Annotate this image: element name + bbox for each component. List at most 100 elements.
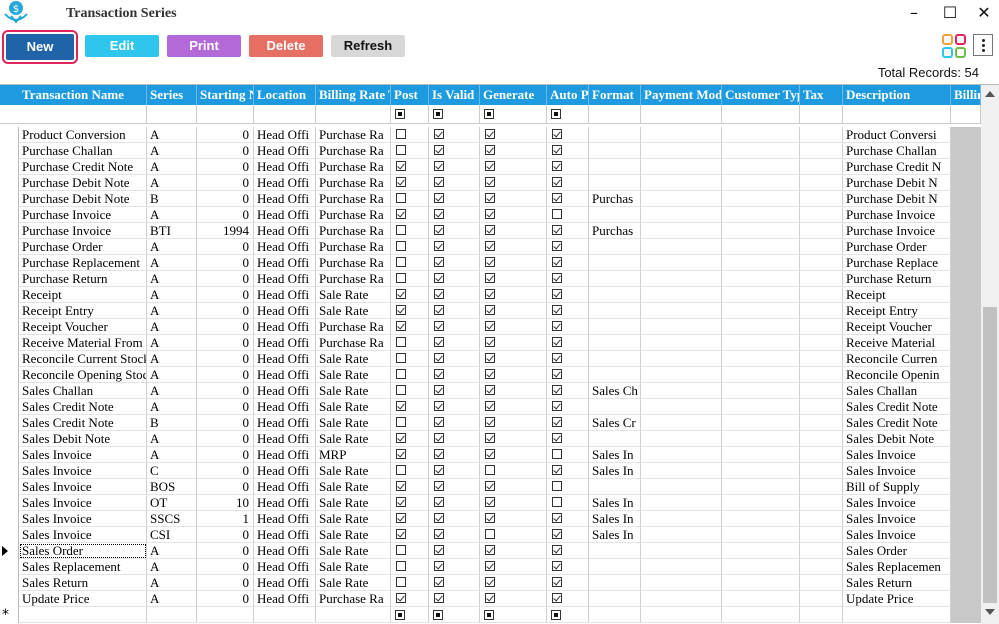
grid-cell[interactable] — [722, 367, 800, 383]
grid-cell[interactable] — [391, 367, 429, 383]
grid-cell[interactable] — [480, 319, 547, 335]
row-header[interactable] — [0, 303, 19, 319]
checkbox[interactable] — [434, 417, 444, 427]
grid-cell[interactable]: A — [147, 255, 197, 271]
grid-cell[interactable]: 0 — [197, 175, 254, 191]
grid-cell[interactable] — [547, 271, 589, 287]
grid-cell[interactable] — [429, 447, 480, 463]
grid-cell[interactable]: Product Conversi — [843, 127, 951, 143]
checkbox[interactable] — [434, 449, 444, 459]
grid-cell[interactable] — [429, 287, 480, 303]
checkbox[interactable] — [433, 610, 443, 620]
grid-cell[interactable] — [641, 607, 722, 623]
grid-cell[interactable] — [641, 351, 722, 367]
grid-cell[interactable] — [547, 383, 589, 399]
grid-cell[interactable]: Sales Credit Note — [843, 415, 951, 431]
checkbox[interactable] — [434, 577, 444, 587]
grid-cell[interactable]: 0 — [197, 559, 254, 575]
checkbox[interactable] — [552, 145, 562, 155]
grid-cell[interactable] — [429, 495, 480, 511]
grid-cell[interactable]: Sales Invoice — [19, 495, 147, 511]
table-row[interactable]: Receive Material From A 0 Head Offi Purchase… — [0, 335, 981, 351]
grid-cell[interactable] — [429, 383, 480, 399]
grid-cell[interactable]: BOS — [147, 479, 197, 495]
checkbox[interactable] — [485, 545, 495, 555]
checkbox[interactable] — [485, 273, 495, 283]
grid-cell[interactable] — [480, 431, 547, 447]
grid-cell[interactable]: Head Offi — [254, 575, 316, 591]
grid-cell[interactable] — [19, 607, 147, 623]
grid-cell[interactable]: Sales Order — [19, 543, 147, 559]
grid-cell[interactable]: Head Offi — [254, 559, 316, 575]
checkbox[interactable] — [485, 289, 495, 299]
grid-cell[interactable]: 0 — [197, 575, 254, 591]
grid-cell[interactable] — [589, 559, 641, 575]
grid-cell[interactable]: Head Offi — [254, 495, 316, 511]
grid-cell[interactable] — [480, 607, 547, 623]
grid-cell[interactable] — [391, 607, 429, 623]
grid-cell[interactable]: BTI — [147, 223, 197, 239]
grid-cell[interactable] — [429, 431, 480, 447]
grid-cell[interactable] — [391, 543, 429, 559]
grid-cell[interactable] — [800, 607, 843, 623]
row-header[interactable] — [0, 511, 19, 527]
scroll-thumb[interactable] — [983, 307, 997, 603]
checkbox[interactable] — [552, 273, 562, 283]
grid-cell[interactable]: C — [147, 463, 197, 479]
grid-cell[interactable] — [951, 495, 982, 511]
checkbox[interactable] — [552, 545, 562, 555]
grid-cell[interactable] — [800, 303, 843, 319]
checkbox[interactable] — [396, 353, 406, 363]
grid-cell[interactable] — [800, 415, 843, 431]
grid-cell[interactable]: Purchase Challan — [843, 143, 951, 159]
grid-cell[interactable] — [951, 543, 982, 559]
grid-cell[interactable] — [722, 431, 800, 447]
grid-cell[interactable] — [722, 143, 800, 159]
grid-cell[interactable]: Head Offi — [254, 175, 316, 191]
grid-cell[interactable] — [641, 559, 722, 575]
checkbox[interactable] — [552, 465, 562, 475]
grid-cell[interactable] — [800, 543, 843, 559]
checkbox[interactable] — [552, 577, 562, 587]
grid-cell[interactable] — [641, 159, 722, 175]
grid-cell[interactable] — [951, 287, 982, 303]
grid-cell[interactable] — [951, 607, 982, 623]
grid-cell[interactable]: 0 — [197, 287, 254, 303]
grid-cell[interactable]: Head Offi — [254, 159, 316, 175]
grid-cell[interactable]: 0 — [197, 447, 254, 463]
grid-cell[interactable] — [391, 239, 429, 255]
table-row[interactable]: Receipt Entry A 0 Head Offi Sale Rate Receipt… — [0, 303, 981, 319]
checkbox[interactable] — [552, 561, 562, 571]
grid-cell[interactable] — [589, 159, 641, 175]
row-header[interactable] — [0, 351, 19, 367]
grid-cell[interactable]: Head Offi — [254, 271, 316, 287]
grid-cell[interactable] — [722, 303, 800, 319]
checkbox[interactable] — [434, 273, 444, 283]
grid-cell[interactable] — [429, 271, 480, 287]
grid-cell[interactable] — [547, 175, 589, 191]
grid-cell[interactable] — [800, 255, 843, 271]
row-header[interactable] — [0, 207, 19, 223]
checkbox[interactable] — [552, 529, 562, 539]
grid-cell[interactable] — [480, 495, 547, 511]
grid-cell[interactable]: Purchase Credit N — [843, 159, 951, 175]
grid-cell[interactable]: Receive Material From — [19, 335, 147, 351]
grid-cell[interactable] — [722, 415, 800, 431]
minimize-icon[interactable]: – — [904, 4, 924, 24]
grid-cell[interactable] — [547, 143, 589, 159]
grid-cell[interactable]: Purchase Debit N — [843, 191, 951, 207]
grid-cell[interactable] — [480, 367, 547, 383]
grid-cell[interactable]: Purchase Return — [19, 271, 147, 287]
grid-cell[interactable]: Sales Credit Note — [19, 399, 147, 415]
grid-cell[interactable] — [391, 303, 429, 319]
grid-cell[interactable] — [480, 223, 547, 239]
checkbox[interactable] — [552, 289, 562, 299]
grid-cell[interactable] — [480, 207, 547, 223]
table-row[interactable]: Sales Invoice BOS 0 Head Offi Sale Rate Bill … — [0, 479, 981, 495]
checkbox[interactable] — [396, 481, 406, 491]
grid-cell[interactable]: 0 — [197, 335, 254, 351]
column-header[interactable]: Post — [391, 85, 429, 105]
grid-cell[interactable]: MRP — [316, 447, 391, 463]
checkbox[interactable] — [485, 225, 495, 235]
grid-cell[interactable]: OT — [147, 495, 197, 511]
